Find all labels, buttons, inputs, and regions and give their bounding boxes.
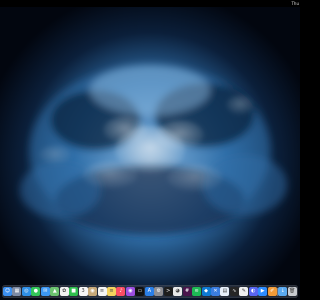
maps-icon[interactable]: ▲	[50, 287, 60, 296]
menu-bar: Thu	[0, 0, 300, 7]
photos-icon[interactable]: ✿	[59, 287, 69, 296]
activity-monitor-icon[interactable]: ∿	[229, 287, 239, 296]
mail-icon[interactable]: ✉	[40, 287, 50, 296]
dock: ☺ ▦ ◎ ● ✉ ▲ ✿ ■ 3 ◉ ≡ ≡ ♪ ◉ ▭ A ⚙ > ◕ # ≋ ◆ ✕ ▤ ∿ ✎ ◐ ▶ ✐ ↓ 🗑	[2, 285, 298, 298]
facetime-icon[interactable]: ■	[69, 287, 79, 296]
terminal-icon[interactable]: >	[163, 287, 173, 296]
chrome-icon[interactable]: ◕	[173, 287, 183, 296]
pages-icon[interactable]: ✐	[267, 287, 277, 296]
zoom-icon[interactable]: ▶	[258, 287, 268, 296]
dock-icon-row: ☺ ▦ ◎ ● ✉ ▲ ✿ ■ 3 ◉ ≡ ≡ ♪ ◉ ▭ A ⚙ > ◕ # ≋ ◆ ✕ ▤ ∿ ✎ ◐ ▶ ✐ ↓ 🗑	[3, 287, 297, 297]
launchpad-icon[interactable]: ▦	[12, 287, 22, 296]
finder-icon[interactable]: ☺	[3, 287, 12, 296]
messages-icon[interactable]: ●	[31, 287, 41, 296]
music-icon[interactable]: ♪	[116, 287, 126, 296]
textedit-icon[interactable]: ✎	[239, 287, 249, 296]
reminders-icon[interactable]: ≡	[97, 287, 107, 296]
contacts-icon[interactable]: ◉	[88, 287, 98, 296]
downloads-folder-icon[interactable]: ↓	[278, 287, 288, 296]
slack-icon[interactable]: #	[182, 287, 192, 296]
menu-bar-clock[interactable]: Thu	[291, 0, 299, 7]
xcode-icon[interactable]: ✕	[210, 287, 220, 296]
trash-icon[interactable]: 🗑	[287, 287, 297, 296]
system-preferences-icon[interactable]: ⚙	[154, 287, 164, 296]
app-store-icon[interactable]: A	[144, 287, 154, 296]
calendar-icon[interactable]: 3	[78, 287, 88, 296]
desktop: Thu ☺ ▦ ◎ ● ✉ ▲ ✿ ■ 3 ◉ ≡ ≡ ♪ ◉ ▭ A ⚙ > ◕ # ≋ ◆ ✕ ▤ ∿ ✎ ◐ ▶ ✐ ↓ 🗑	[0, 0, 300, 300]
spotify-icon[interactable]: ≋	[192, 287, 202, 296]
notes-icon[interactable]: ≡	[106, 287, 116, 296]
preview-icon[interactable]: ▤	[220, 287, 230, 296]
tv-icon[interactable]: ▭	[135, 287, 145, 296]
discord-icon[interactable]: ◐	[248, 287, 258, 296]
wallpaper	[0, 0, 300, 300]
podcasts-icon[interactable]: ◉	[125, 287, 135, 296]
safari-icon[interactable]: ◎	[21, 287, 31, 296]
vscode-icon[interactable]: ◆	[201, 287, 211, 296]
